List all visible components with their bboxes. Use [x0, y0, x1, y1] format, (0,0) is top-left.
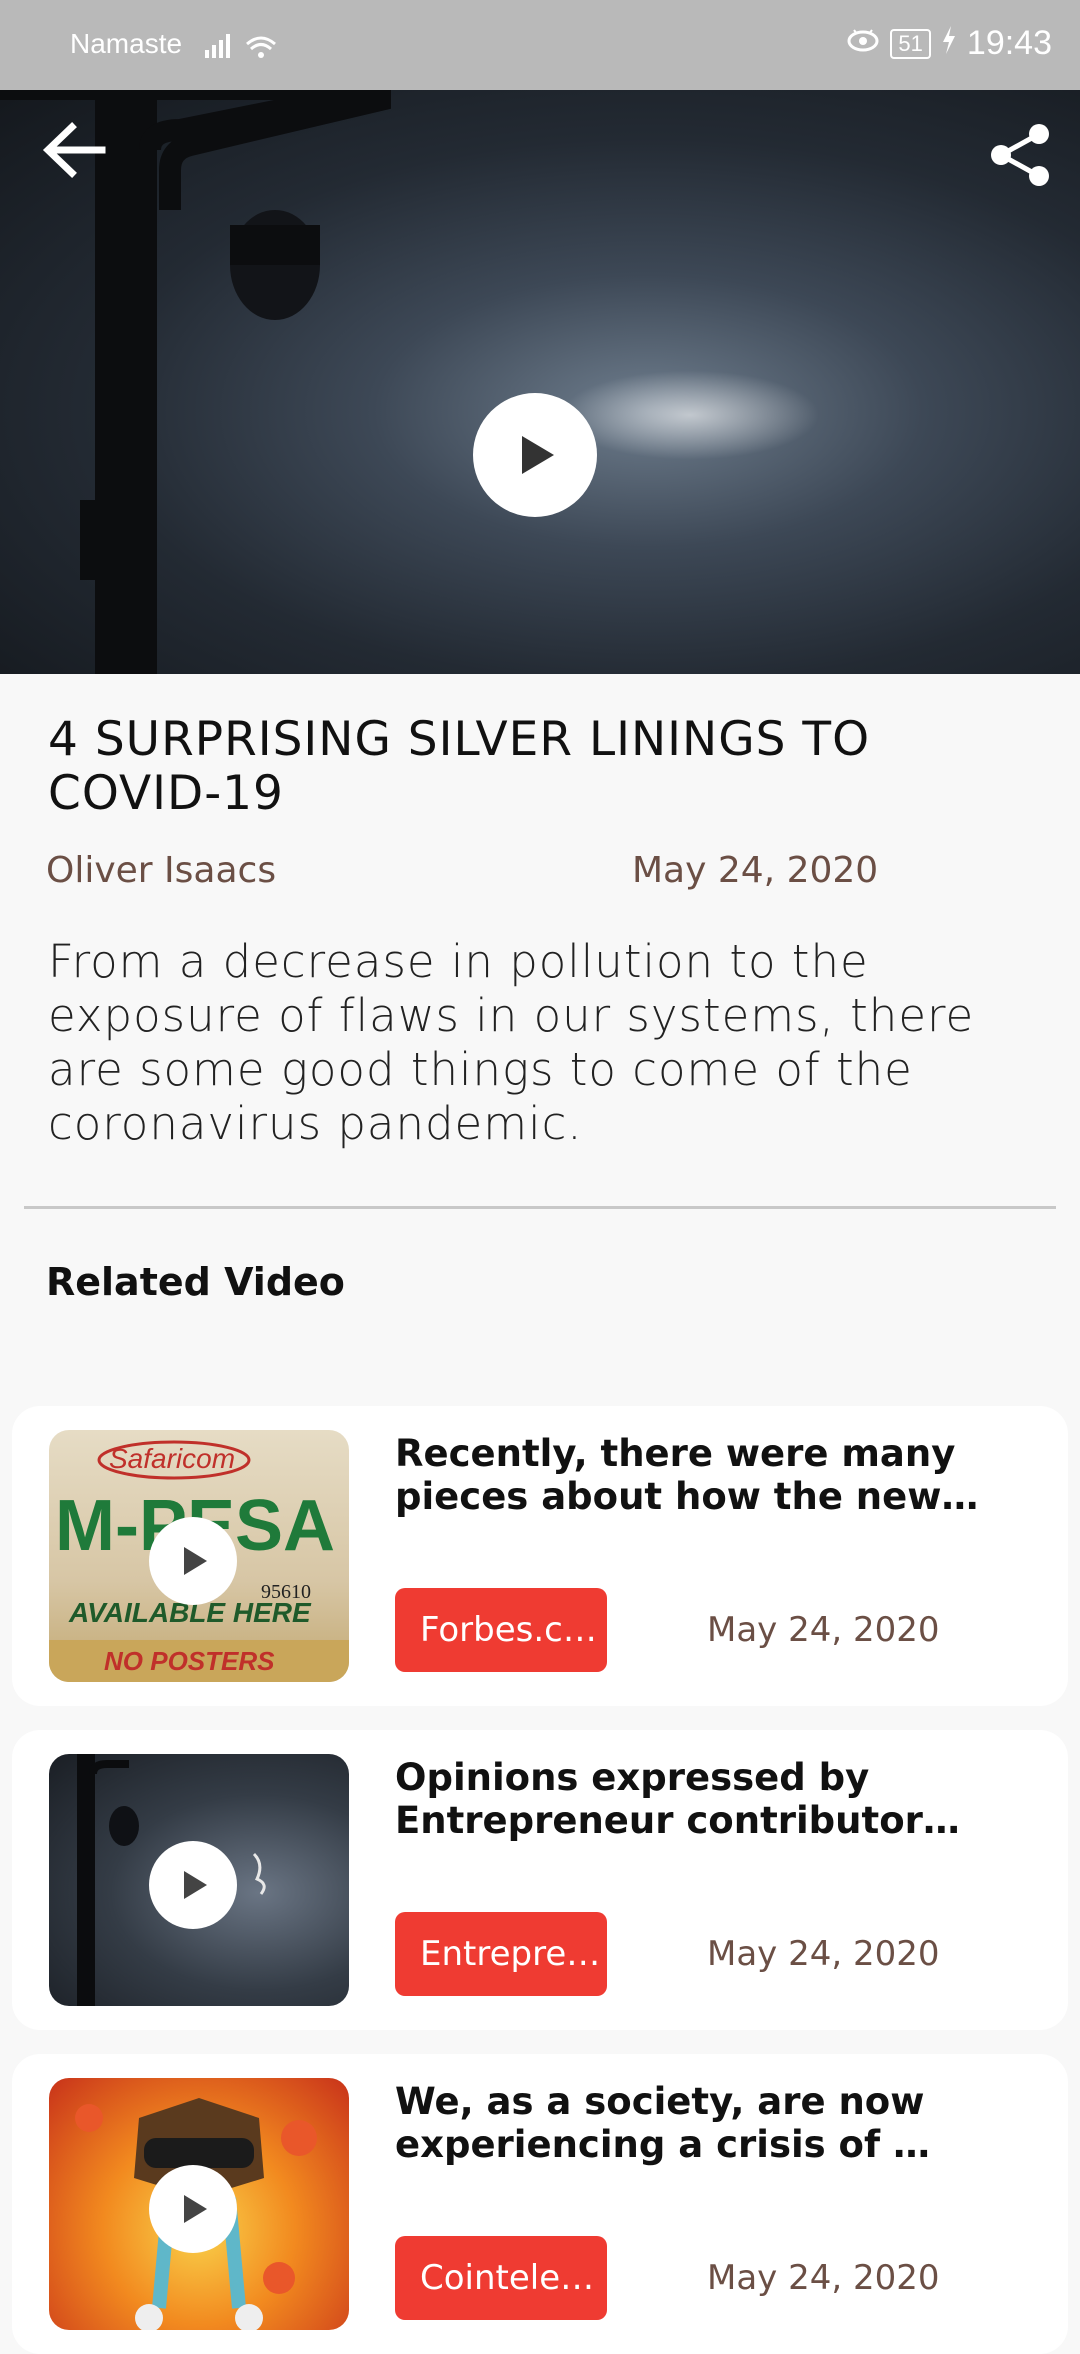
related-video-date: May 24, 2020: [707, 1610, 940, 1650]
play-icon: [522, 436, 554, 474]
related-video-card[interactable]: Opinions expressed by Entrepreneur contr…: [12, 1730, 1068, 2030]
article-author: Oliver Isaacs: [46, 850, 277, 891]
lamp-post-illustration: [0, 90, 391, 674]
related-video-date: May 24, 2020: [707, 1934, 940, 1974]
carrier-name: Namaste: [70, 28, 183, 59]
related-video-text[interactable]: Recently, there were many pieces about h…: [395, 1432, 1015, 1518]
status-right: 51 19:43: [846, 24, 1052, 63]
related-video-card[interactable]: We, as a society, are now experiencing a…: [12, 2054, 1068, 2354]
article-date: May 24, 2020: [632, 850, 879, 891]
share-icon: [991, 124, 1049, 186]
charging-icon: [941, 24, 957, 63]
article-summary: From a decrease in pollution to the expo…: [48, 935, 975, 1150]
play-icon: [184, 2195, 207, 2223]
play-icon: [184, 1547, 207, 1575]
signal-icon: [203, 28, 283, 69]
related-video-card[interactable]: Safaricom M-PESA 95610 AVAILABLE HERE NO…: [12, 1406, 1068, 1706]
battery-icon: 51: [890, 28, 931, 59]
related-heading: Related Video: [46, 1260, 345, 1304]
play-button[interactable]: [149, 1841, 237, 1929]
hero-video[interactable]: [0, 90, 1080, 674]
source-button[interactable]: Forbes.c…: [395, 1588, 607, 1672]
share-button[interactable]: [985, 120, 1055, 190]
related-video-text[interactable]: We, as a society, are now experiencing a…: [395, 2080, 1015, 2166]
play-icon: [184, 1871, 207, 1899]
source-button[interactable]: Cointele…: [395, 2236, 607, 2320]
eye-icon: [846, 24, 880, 63]
divider: [24, 1206, 1056, 1209]
back-arrow-icon: [42, 122, 106, 178]
clock: 19:43: [966, 24, 1052, 62]
source-button[interactable]: Entrepre…: [395, 1912, 607, 1996]
video-thumbnail[interactable]: Safaricom M-PESA 95610 AVAILABLE HERE NO…: [49, 1430, 349, 1682]
related-video-date: May 24, 2020: [707, 2258, 940, 2298]
video-thumbnail[interactable]: [49, 2078, 349, 2330]
back-button[interactable]: [40, 115, 110, 185]
play-button[interactable]: [149, 2165, 237, 2253]
play-button[interactable]: [473, 393, 597, 517]
article-title: 4 SURPRISING SILVER LININGS TO COVID-19: [48, 712, 871, 821]
svg-text:Safaricom: Safaricom: [109, 1443, 235, 1474]
play-button[interactable]: [149, 1517, 237, 1605]
video-thumbnail[interactable]: [49, 1754, 349, 2006]
status-bar: Namaste 51 19:43: [0, 0, 1080, 90]
svg-text:NO POSTERS: NO POSTERS: [104, 1646, 275, 1676]
related-video-text[interactable]: Opinions expressed by Entrepreneur contr…: [395, 1756, 1015, 1842]
